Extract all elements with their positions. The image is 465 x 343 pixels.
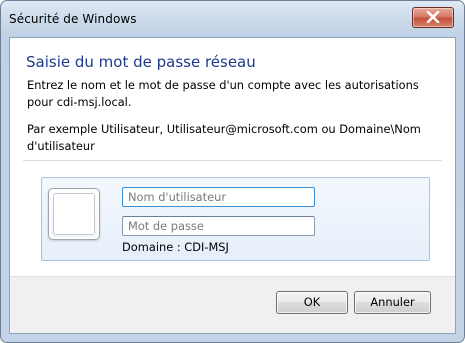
dialog-window: Sécurité de Windows Saisie du mot de pas… — [0, 0, 465, 343]
password-input[interactable] — [122, 216, 315, 236]
dialog-example: Par exemple Utilisateur, Utilisateur@mic… — [27, 122, 421, 153]
button-bar: OK Annuler — [10, 276, 455, 333]
separator — [23, 160, 442, 161]
cancel-button[interactable]: Annuler — [354, 291, 431, 314]
dialog-description: Entrez le nom et le mot de passe d'un co… — [27, 78, 419, 109]
username-input[interactable] — [122, 187, 315, 207]
user-tile-icon — [48, 188, 100, 240]
dialog-content: Saisie du mot de passe réseau Entrez le … — [9, 37, 456, 334]
dialog-heading: Saisie du mot de passe réseau — [26, 53, 256, 71]
ok-button[interactable]: OK — [276, 291, 348, 314]
domain-label: Domaine : CDI-MSJ — [122, 240, 229, 254]
user-tile-frame — [53, 193, 95, 235]
close-button[interactable] — [412, 7, 454, 28]
close-icon — [426, 11, 440, 23]
title-bar[interactable]: Sécurité de Windows — [1, 1, 464, 37]
credential-panel: Domaine : CDI-MSJ — [41, 177, 430, 261]
window-title: Sécurité de Windows — [9, 12, 137, 26]
